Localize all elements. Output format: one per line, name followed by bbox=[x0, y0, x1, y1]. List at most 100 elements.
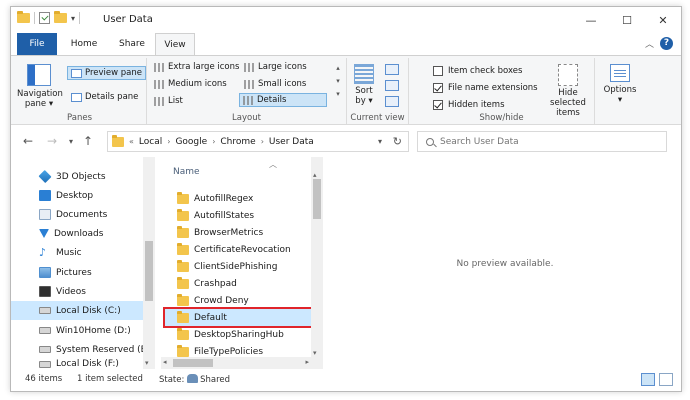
details-view-icon[interactable] bbox=[641, 373, 655, 386]
navigation-pane-scrollbar[interactable]: ▾ bbox=[143, 157, 155, 369]
file-name-extensions-checkbox[interactable] bbox=[433, 83, 443, 93]
nav-item-local-disk-f[interactable]: Local Disk (F:) bbox=[11, 359, 143, 369]
nav-item-music[interactable]: ♪ Music bbox=[11, 243, 143, 262]
preview-pane: No preview available. bbox=[329, 157, 681, 369]
tab-view[interactable]: View bbox=[155, 33, 195, 56]
preview-pane-button[interactable]: Preview pane bbox=[67, 66, 147, 80]
column-header-name[interactable]: Name bbox=[161, 157, 311, 181]
file-row[interactable]: CertificateRevocation bbox=[169, 241, 309, 258]
breadcrumb-chrome[interactable]: Chrome bbox=[220, 137, 255, 147]
state-info: State: Shared bbox=[159, 374, 230, 385]
tab-file[interactable]: File bbox=[17, 33, 57, 55]
forward-arrow-icon[interactable]: → bbox=[47, 134, 57, 148]
group-by-icon[interactable] bbox=[385, 64, 399, 75]
breadcrumb-separator-icon[interactable]: › bbox=[167, 137, 170, 146]
list-option[interactable]: List bbox=[151, 94, 186, 108]
scroll-down-chevron-icon[interactable]: ▾ bbox=[313, 349, 317, 357]
breadcrumb-local[interactable]: Local bbox=[139, 137, 162, 147]
breadcrumb-separator-icon[interactable]: › bbox=[261, 137, 264, 146]
disk-icon bbox=[39, 327, 51, 334]
folder-icon bbox=[177, 225, 189, 238]
scrollbar-thumb[interactable] bbox=[145, 241, 153, 301]
tab-share[interactable]: Share bbox=[111, 33, 153, 55]
scrollbar-thumb[interactable] bbox=[313, 179, 321, 219]
medium-icons-option[interactable]: Medium icons bbox=[151, 77, 230, 91]
breadcrumb-user-data[interactable]: User Data bbox=[269, 137, 314, 147]
breadcrumb-google[interactable]: Google bbox=[175, 137, 207, 147]
hidden-items-checkbox[interactable] bbox=[433, 100, 443, 110]
maximize-button[interactable]: ☐ bbox=[609, 7, 645, 33]
up-arrow-icon[interactable]: ↑ bbox=[83, 134, 93, 148]
back-arrow-icon[interactable]: ← bbox=[23, 134, 33, 148]
file-row[interactable]: BrowserMetrics bbox=[169, 224, 309, 241]
navigation-pane: 3D Objects Desktop Documents Downloads ♪… bbox=[11, 157, 155, 369]
item-check-boxes-checkbox[interactable] bbox=[433, 66, 443, 76]
file-row[interactable]: ClientSidePhishing bbox=[169, 258, 309, 275]
file-row[interactable]: Crashpad bbox=[169, 275, 309, 292]
disk-icon bbox=[39, 346, 51, 353]
help-icon[interactable]: ? bbox=[660, 37, 673, 50]
file-row[interactable]: Crowd Deny bbox=[169, 292, 309, 309]
nav-item-videos[interactable]: Videos bbox=[11, 282, 143, 301]
hide-selected-items-button[interactable]: Hide selected items bbox=[543, 64, 593, 118]
nav-item-win10home-d[interactable]: Win10Home (D:) bbox=[11, 321, 143, 340]
nav-item-downloads[interactable]: Downloads bbox=[11, 224, 143, 243]
search-box[interactable] bbox=[417, 131, 667, 152]
file-row[interactable]: AutofillRegex bbox=[169, 190, 309, 207]
breadcrumb-separator-icon[interactable]: › bbox=[212, 137, 215, 146]
large-icons-view-icon[interactable] bbox=[659, 373, 673, 386]
small-icons-option[interactable]: Small icons bbox=[241, 77, 309, 91]
file-name: ClientSidePhishing bbox=[194, 261, 278, 272]
navigation-pane-button[interactable]: Navigation pane ▾ bbox=[17, 64, 63, 109]
customize-toolbar-chevron-icon[interactable]: ▾ bbox=[71, 14, 75, 23]
nav-item-pictures[interactable]: Pictures bbox=[11, 263, 143, 282]
layout-gallery-scroll[interactable]: ▴ ▾ ▾ bbox=[333, 62, 343, 102]
file-name-extensions-row[interactable]: File name extensions bbox=[433, 83, 538, 93]
collapse-ribbon-chevron-icon[interactable]: ︿ bbox=[645, 37, 654, 50]
details-pane-button[interactable]: Details pane bbox=[68, 90, 141, 104]
refresh-icon[interactable]: ↻ bbox=[393, 135, 402, 148]
show-hide-group-label: Show/hide bbox=[479, 113, 524, 123]
file-row[interactable]: DesktopSharingHub bbox=[169, 326, 309, 343]
file-row[interactable]: AutofillStates bbox=[169, 207, 309, 224]
properties-icon[interactable] bbox=[39, 12, 50, 24]
minimize-button[interactable]: — bbox=[573, 7, 609, 33]
extra-large-icons-icon bbox=[154, 62, 165, 72]
nav-item-documents[interactable]: Documents bbox=[11, 205, 143, 224]
nav-item-local-disk-c[interactable]: Local Disk (C:) bbox=[11, 301, 143, 320]
options-button[interactable]: Options ▾ bbox=[599, 64, 641, 105]
nav-item-3d-objects[interactable]: 3D Objects bbox=[11, 167, 143, 186]
panes-group: Navigation pane ▾ Preview pane Details p… bbox=[13, 58, 147, 124]
scrollbar-thumb[interactable] bbox=[173, 359, 213, 367]
file-list-vertical-scrollbar[interactable]: ▴ ▾ bbox=[311, 157, 323, 369]
large-icons-option[interactable]: Large icons bbox=[241, 60, 310, 74]
nav-item-system-reserved-e[interactable]: System Reserved (E:) bbox=[11, 340, 153, 359]
search-input[interactable] bbox=[440, 136, 640, 147]
breadcrumb-overflow[interactable]: « bbox=[129, 137, 134, 146]
recent-locations-chevron-icon[interactable]: ▾ bbox=[69, 137, 73, 146]
ribbon-tabs: File Home Share View ︿ ? bbox=[11, 33, 681, 56]
address-bar[interactable]: « Local › Google › Chrome › User Data ▾ … bbox=[107, 131, 409, 152]
file-list-horizontal-scrollbar[interactable]: ◂ ▸ bbox=[161, 357, 311, 369]
sort-by-button[interactable]: Sort by ▾ bbox=[351, 64, 377, 106]
nav-item-label: Desktop bbox=[56, 190, 94, 201]
scroll-right-chevron-icon[interactable]: ▸ bbox=[305, 358, 309, 366]
tab-home[interactable]: Home bbox=[63, 33, 105, 55]
scroll-left-chevron-icon[interactable]: ◂ bbox=[163, 358, 167, 366]
add-columns-icon[interactable] bbox=[385, 80, 399, 91]
hidden-items-row[interactable]: Hidden items bbox=[433, 100, 505, 110]
new-folder-icon[interactable] bbox=[54, 11, 67, 23]
scroll-up-chevron-icon[interactable]: ▴ bbox=[313, 171, 317, 179]
size-columns-icon[interactable] bbox=[385, 96, 399, 107]
list-label: List bbox=[168, 96, 183, 106]
extra-large-icons-option[interactable]: Extra large icons bbox=[151, 60, 242, 74]
scroll-down-chevron-icon[interactable]: ▾ bbox=[145, 359, 149, 367]
nav-item-desktop[interactable]: Desktop bbox=[11, 186, 143, 205]
nav-item-label: Pictures bbox=[56, 267, 92, 278]
address-dropdown-chevron-icon[interactable]: ▾ bbox=[378, 137, 382, 146]
downloads-icon bbox=[39, 229, 49, 238]
item-check-boxes-row[interactable]: Item check boxes bbox=[433, 66, 522, 76]
file-row-selected[interactable]: Default bbox=[163, 307, 317, 328]
details-option[interactable]: Details bbox=[239, 93, 327, 107]
close-button[interactable]: ✕ bbox=[645, 7, 681, 33]
